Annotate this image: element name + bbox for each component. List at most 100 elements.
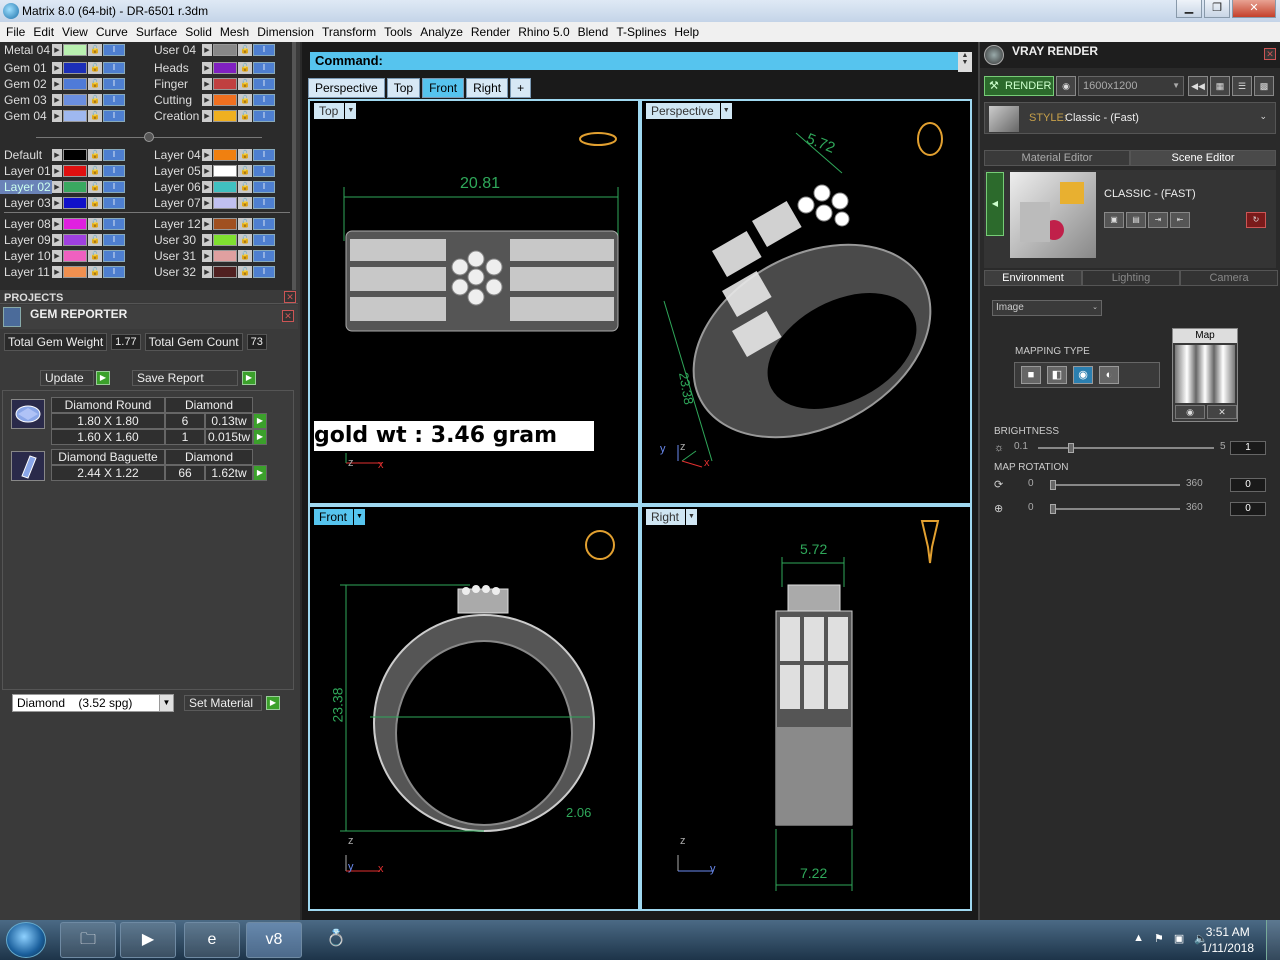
lock-icon[interactable]: 🔓 <box>238 180 252 193</box>
menu-dimension[interactable]: Dimension <box>253 25 318 39</box>
close-icon[interactable]: ✕ <box>282 310 294 322</box>
layer-row[interactable]: Finger ▶ 🔓 I <box>150 76 275 91</box>
visibility-toggle[interactable]: I <box>103 77 125 90</box>
lock-icon[interactable]: 🔓 <box>88 61 102 74</box>
layer-name[interactable]: Layer 03 <box>0 196 52 210</box>
expand-icon[interactable]: ▶ <box>52 109 62 122</box>
list-icon[interactable]: ☰ <box>1232 76 1252 96</box>
lock-icon[interactable]: 🔓 <box>238 265 252 278</box>
layer-name[interactable]: Gem 02 <box>0 77 52 91</box>
expand-icon[interactable]: ▶ <box>202 77 212 90</box>
tab-lighting[interactable]: Lighting <box>1082 270 1180 286</box>
layer-row[interactable]: Layer 10 ▶ 🔓 I <box>0 248 125 263</box>
close-icon[interactable]: ✕ <box>284 291 296 303</box>
select-gem-button[interactable]: ▶ <box>253 465 267 481</box>
lock-icon[interactable]: 🔓 <box>88 93 102 106</box>
lock-icon[interactable]: 🔓 <box>238 249 252 262</box>
layer-name[interactable]: Cutting <box>150 93 202 107</box>
layer-color-swatch[interactable] <box>213 180 237 193</box>
expand-icon[interactable]: ▶ <box>202 180 212 193</box>
show-desktop-button[interactable] <box>1266 920 1280 960</box>
layer-row[interactable]: Layer 06 ▶ 🔓 I <box>150 179 275 194</box>
visibility-toggle[interactable]: I <box>253 109 275 122</box>
layer-row[interactable]: Gem 04 ▶ 🔓 I <box>0 108 125 123</box>
layer-color-swatch[interactable] <box>63 93 87 106</box>
visibility-toggle[interactable]: I <box>103 217 125 230</box>
expand-icon[interactable]: ▶ <box>52 233 62 246</box>
layer-color-swatch[interactable] <box>213 164 237 177</box>
tab-camera[interactable]: Camera <box>1180 270 1278 286</box>
save-report-go-icon[interactable]: ▶ <box>242 371 256 385</box>
color-picker-icon[interactable]: ◉ <box>1175 405 1205 419</box>
save-icon[interactable]: ▣ <box>1104 212 1124 228</box>
expand-icon[interactable]: ▶ <box>202 109 212 122</box>
menu-solid[interactable]: Solid <box>181 25 216 39</box>
tab-right[interactable]: Right <box>466 78 509 98</box>
layer-name[interactable]: Gem 01 <box>0 61 52 75</box>
expand-icon[interactable]: ▶ <box>52 77 62 90</box>
visibility-toggle[interactable]: I <box>103 265 125 278</box>
menu-render[interactable]: Render <box>467 25 514 39</box>
close-button[interactable]: ✕ <box>1232 0 1276 18</box>
expand-icon[interactable]: ▶ <box>202 265 212 278</box>
expand-icon[interactable]: ▶ <box>202 164 212 177</box>
layer-row[interactable]: Layer 02 ▶ 🔓 I <box>0 179 125 194</box>
visibility-toggle[interactable]: I <box>103 196 125 209</box>
menu-view[interactable]: View <box>58 25 92 39</box>
expand-icon[interactable]: ▶ <box>52 61 62 74</box>
layer-color-swatch[interactable] <box>213 233 237 246</box>
layer-name[interactable]: Heads <box>150 61 202 75</box>
select-gem-button[interactable]: ▶ <box>253 429 267 445</box>
expand-icon[interactable]: ▶ <box>52 93 62 106</box>
menu-help[interactable]: Help <box>670 25 703 39</box>
expand-icon[interactable]: ▶ <box>202 196 212 209</box>
layer-row[interactable]: Default ▶ 🔓 I <box>0 147 125 162</box>
visibility-toggle[interactable]: I <box>103 109 125 122</box>
export-icon[interactable]: ⇥ <box>1148 212 1168 228</box>
layer-row[interactable]: Layer 11 ▶ 🔓 I <box>0 264 125 279</box>
visibility-toggle[interactable]: I <box>103 61 125 74</box>
visibility-toggle[interactable]: I <box>253 233 275 246</box>
layer-row[interactable]: Gem 01 ▶ 🔓 I <box>0 60 125 75</box>
menu-mesh[interactable]: Mesh <box>216 25 253 39</box>
visibility-toggle[interactable]: I <box>103 148 125 161</box>
update-button[interactable]: Update <box>40 370 94 386</box>
layer-name[interactable]: Layer 12 <box>150 217 202 231</box>
layer-row[interactable]: Layer 09 ▶ 🔓 I <box>0 232 125 247</box>
layer-name[interactable]: User 32 <box>150 265 202 279</box>
map-image[interactable] <box>1175 345 1235 403</box>
rewind-icon[interactable]: ◀◀ <box>1188 76 1208 96</box>
lock-icon[interactable]: 🔓 <box>88 265 102 278</box>
resolution-select[interactable]: 1600x1200 ▼ <box>1078 76 1184 96</box>
layer-row[interactable]: Layer 07 ▶ 🔓 I <box>150 195 275 210</box>
expand-icon[interactable]: ▶ <box>202 43 212 56</box>
layer-name[interactable]: Layer 05 <box>150 164 202 178</box>
import-icon[interactable]: ⇤ <box>1170 212 1190 228</box>
layer-color-swatch[interactable] <box>213 196 237 209</box>
ring-app-icon[interactable]: 💍 <box>308 922 364 958</box>
lock-icon[interactable]: 🔓 <box>238 148 252 161</box>
menu-edit[interactable]: Edit <box>29 25 58 39</box>
menu-blend[interactable]: Blend <box>574 25 613 39</box>
viewport-front[interactable]: Front ▼ 23.38 2.06 z y x <box>310 507 638 909</box>
expand-icon[interactable]: ▶ <box>52 196 62 209</box>
rotation-horizontal-value[interactable]: 0 <box>1230 478 1266 492</box>
set-material-button[interactable]: Set Material <box>184 695 262 711</box>
layer-row[interactable]: User 30 ▶ 🔓 I <box>150 232 275 247</box>
expand-icon[interactable]: ▶ <box>52 43 62 56</box>
layer-name[interactable]: Metal 04 <box>0 43 52 57</box>
layer-name[interactable]: Default <box>0 148 52 162</box>
layer-name[interactable]: Layer 04 <box>150 148 202 162</box>
plane-map-icon[interactable]: ■ <box>1021 366 1041 384</box>
visibility-toggle[interactable]: I <box>253 77 275 90</box>
lock-icon[interactable]: 🔓 <box>88 164 102 177</box>
lock-icon[interactable]: 🔓 <box>238 77 252 90</box>
layer-row[interactable]: Metal 04 ▶ 🔓 I <box>0 42 125 57</box>
maximize-button[interactable]: ❐ <box>1204 0 1230 18</box>
layer-color-swatch[interactable] <box>63 233 87 246</box>
visibility-toggle[interactable]: I <box>103 93 125 106</box>
layer-row[interactable]: User 04 ▶ 🔓 I <box>150 42 275 57</box>
expand-icon[interactable]: ▶ <box>202 61 212 74</box>
lock-icon[interactable]: 🔓 <box>238 93 252 106</box>
expand-icon[interactable]: ▶ <box>52 180 62 193</box>
